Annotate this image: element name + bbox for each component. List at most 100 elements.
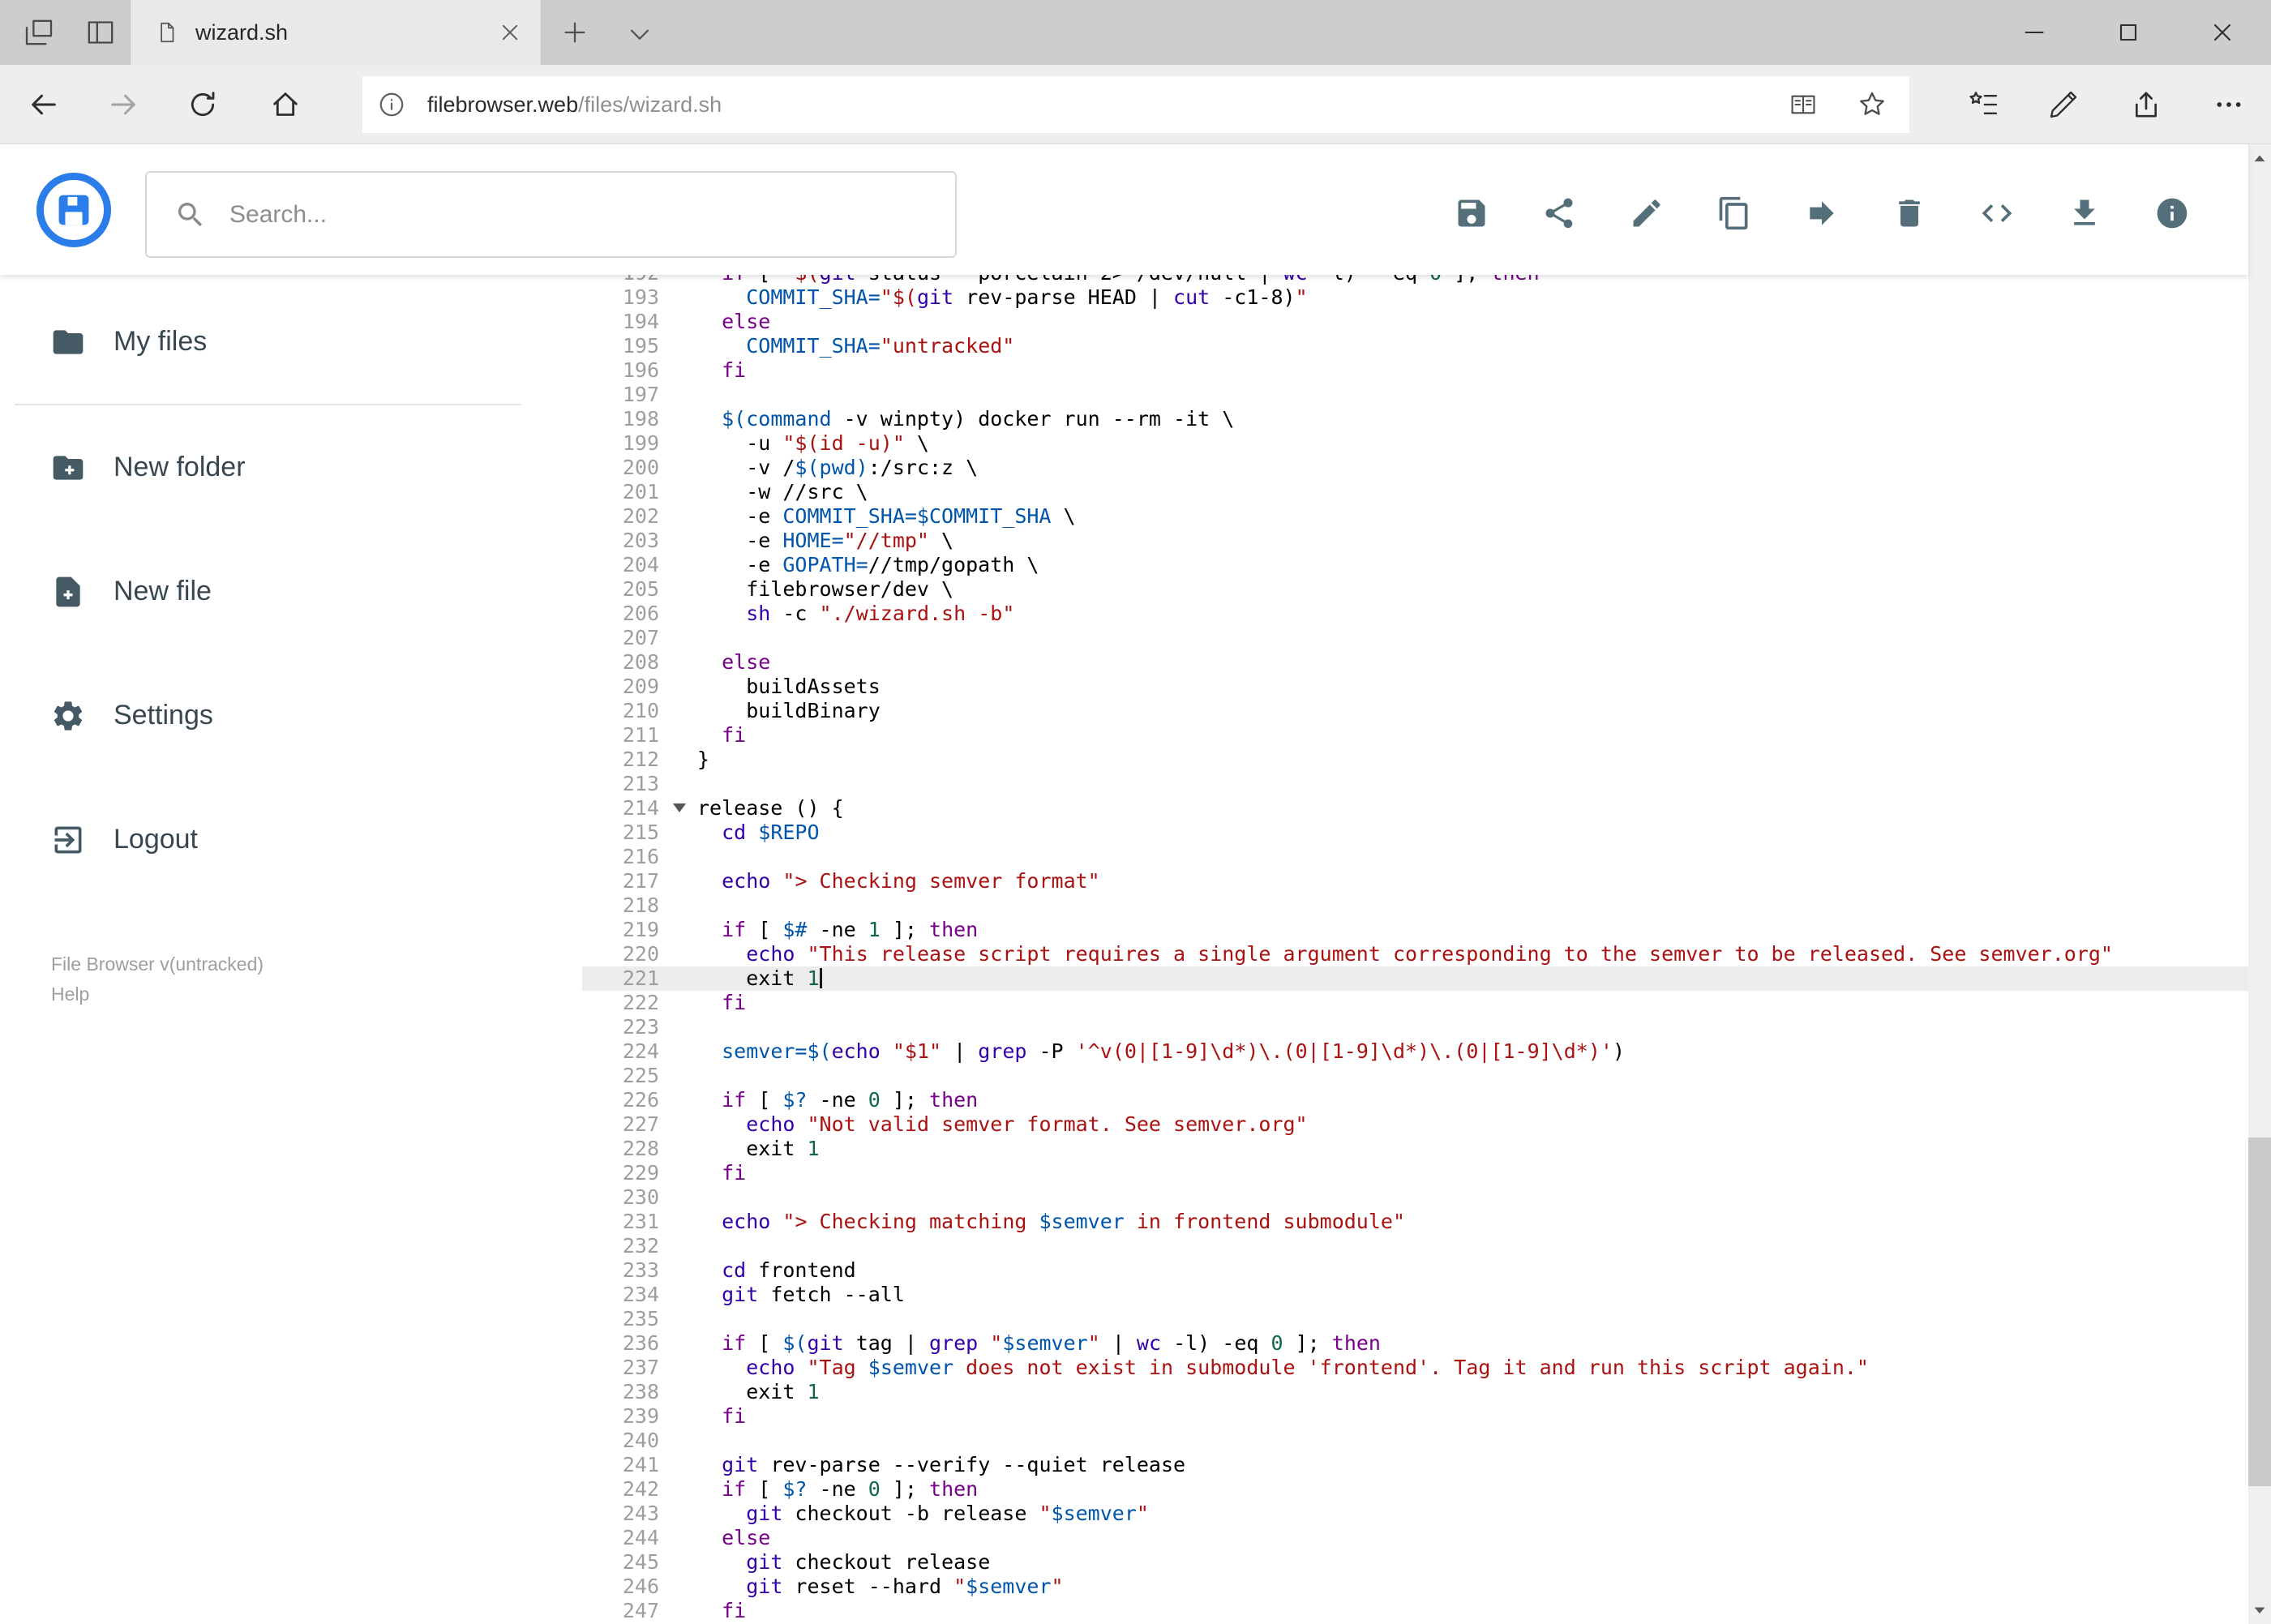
minimize-button[interactable]: [2020, 18, 2049, 47]
code-line-213[interactable]: 213: [582, 772, 2248, 796]
search-box[interactable]: [145, 171, 957, 258]
code-line-197[interactable]: 197: [582, 383, 2248, 407]
fold-arrow-icon[interactable]: [673, 803, 686, 812]
code-line-236[interactable]: 236 if [ $(git tag | grep "$semver" | wc…: [582, 1331, 2248, 1356]
save-button[interactable]: [1454, 195, 1489, 231]
code-line-203[interactable]: 203 -e HOME="//tmp" \: [582, 529, 2248, 553]
code-line-234[interactable]: 234 git fetch --all: [582, 1283, 2248, 1307]
code-line-194[interactable]: 194 else: [582, 310, 2248, 334]
code-line-225[interactable]: 225: [582, 1064, 2248, 1088]
code-line-211[interactable]: 211 fi: [582, 723, 2248, 748]
code-line-206[interactable]: 206 sh -c "./wizard.sh -b": [582, 602, 2248, 626]
code-line-228[interactable]: 228 exit 1: [582, 1137, 2248, 1161]
hub-icon[interactable]: [1968, 88, 2000, 121]
code-line-231[interactable]: 231 echo "> Checking matching $semver in…: [582, 1210, 2248, 1234]
home-button[interactable]: [269, 88, 302, 121]
code-line-230[interactable]: 230: [582, 1185, 2248, 1210]
scroll-down-icon[interactable]: [2248, 1596, 2271, 1624]
code-line-222[interactable]: 222 fi: [582, 991, 2248, 1015]
code-line-238[interactable]: 238 exit 1: [582, 1380, 2248, 1404]
code-line-209[interactable]: 209 buildAssets: [582, 675, 2248, 699]
new-tab-button[interactable]: [561, 19, 589, 46]
code-line-212[interactable]: 212}: [582, 748, 2248, 772]
code-line-198[interactable]: 198 $(command -v winpty) docker run --rm…: [582, 407, 2248, 431]
maximize-button[interactable]: [2114, 18, 2143, 47]
code-line-239[interactable]: 239 fi: [582, 1404, 2248, 1429]
code-line-235[interactable]: 235: [582, 1307, 2248, 1331]
code-line-223[interactable]: 223: [582, 1015, 2248, 1039]
code-line-202[interactable]: 202 -e COMMIT_SHA=$COMMIT_SHA \: [582, 504, 2248, 529]
code-line-218[interactable]: 218: [582, 893, 2248, 918]
code-line-210[interactable]: 210 buildBinary: [582, 699, 2248, 723]
code-line-229[interactable]: 229 fi: [582, 1161, 2248, 1185]
code-line-195[interactable]: 195 COMMIT_SHA="untracked": [582, 334, 2248, 358]
address-bar[interactable]: filebrowser.web/files/wizard.sh: [362, 76, 1909, 133]
code-line-247[interactable]: 247 fi: [582, 1599, 2248, 1623]
sidebar-item-new-file[interactable]: New file: [0, 529, 521, 653]
download-button[interactable]: [2067, 195, 2102, 231]
sidebar-item-logout[interactable]: Logout: [0, 778, 521, 902]
code-line-205[interactable]: 205 filebrowser/dev \: [582, 577, 2248, 602]
code-line-220[interactable]: 220 echo "This release script requires a…: [582, 942, 2248, 966]
code-line-232[interactable]: 232: [582, 1234, 2248, 1258]
code-line-199[interactable]: 199 -u "$(id -u)" \: [582, 431, 2248, 456]
forward-button[interactable]: [107, 88, 139, 121]
page-scrollbar[interactable]: [2248, 144, 2271, 1624]
code-line-192[interactable]: 192 if [ "$(git status --porcelain 2> /d…: [582, 275, 2248, 285]
share-button[interactable]: [1541, 195, 1577, 231]
search-input[interactable]: [229, 200, 939, 229]
code-line-214[interactable]: 214 release () {: [582, 796, 2248, 821]
code-line-244[interactable]: 244 else: [582, 1526, 2248, 1550]
code-line-245[interactable]: 245 git checkout release: [582, 1550, 2248, 1575]
move-button[interactable]: [1804, 195, 1840, 231]
code-line-208[interactable]: 208 else: [582, 650, 2248, 675]
sidebar-item-settings[interactable]: Settings: [0, 653, 521, 778]
more-icon[interactable]: [2209, 88, 2248, 121]
code-line-242[interactable]: 242 if [ $? -ne 0 ]; then: [582, 1477, 2248, 1502]
back-button[interactable]: [28, 88, 60, 121]
code-button[interactable]: [1979, 195, 2015, 231]
copy-button[interactable]: [1716, 195, 1752, 231]
scroll-up-icon[interactable]: [2248, 144, 2271, 172]
code-line-200[interactable]: 200 -v /$(pwd):/src:z \: [582, 456, 2248, 480]
sidebar-item-new-folder[interactable]: New folder: [0, 405, 521, 529]
reading-view-icon[interactable]: [1788, 89, 1819, 120]
code-line-201[interactable]: 201 -w //src \: [582, 480, 2248, 504]
tabs-aside-icon[interactable]: [23, 16, 55, 49]
code-editor[interactable]: 192 if [ "$(git status --porcelain 2> /d…: [582, 275, 2248, 1624]
help-link[interactable]: Help: [51, 979, 264, 1009]
filebrowser-logo[interactable]: [36, 172, 112, 248]
share-page-icon[interactable]: [2130, 88, 2162, 121]
rename-button[interactable]: [1629, 195, 1665, 231]
code-line-217[interactable]: 217 echo "> Checking semver format": [582, 869, 2248, 893]
code-line-240[interactable]: 240: [582, 1429, 2248, 1453]
tab-close-icon[interactable]: [499, 21, 521, 44]
code-line-207[interactable]: 207: [582, 626, 2248, 650]
code-line-243[interactable]: 243 git checkout -b release "$semver": [582, 1502, 2248, 1526]
code-line-237[interactable]: 237 echo "Tag $semver does not exist in …: [582, 1356, 2248, 1380]
code-line-215[interactable]: 215 cd $REPO: [582, 821, 2248, 845]
info-button[interactable]: [2154, 195, 2190, 231]
code-line-204[interactable]: 204 -e GOPATH=//tmp/gopath \: [582, 553, 2248, 577]
refresh-button[interactable]: [186, 88, 219, 121]
close-window-button[interactable]: [2208, 18, 2237, 47]
web-note-icon[interactable]: [2047, 88, 2080, 121]
scrollbar-thumb[interactable]: [2248, 1138, 2271, 1486]
code-line-193[interactable]: 193 COMMIT_SHA="$(git rev-parse HEAD | c…: [582, 285, 2248, 310]
code-line-216[interactable]: 216: [582, 845, 2248, 869]
sidebar-item-my-files[interactable]: My files: [0, 280, 521, 404]
code-line-227[interactable]: 227 echo "Not valid semver format. See s…: [582, 1112, 2248, 1137]
code-line-221[interactable]: 221 exit 1: [582, 966, 2248, 991]
browser-tab[interactable]: wizard.sh: [130, 0, 542, 65]
code-line-224[interactable]: 224 semver=$(echo "$1" | grep -P '^v(0|[…: [582, 1039, 2248, 1064]
tab-preview-icon[interactable]: [84, 16, 117, 49]
page-info-icon[interactable]: [377, 90, 406, 119]
code-line-226[interactable]: 226 if [ $? -ne 0 ]; then: [582, 1088, 2248, 1112]
favorite-star-icon[interactable]: [1856, 88, 1888, 121]
code-line-241[interactable]: 241 git rev-parse --verify --quiet relea…: [582, 1453, 2248, 1477]
code-line-233[interactable]: 233 cd frontend: [582, 1258, 2248, 1283]
code-line-246[interactable]: 246 git reset --hard "$semver": [582, 1575, 2248, 1599]
code-line-196[interactable]: 196 fi: [582, 358, 2248, 383]
delete-button[interactable]: [1892, 195, 1927, 231]
chevron-down-icon[interactable]: [626, 20, 653, 48]
